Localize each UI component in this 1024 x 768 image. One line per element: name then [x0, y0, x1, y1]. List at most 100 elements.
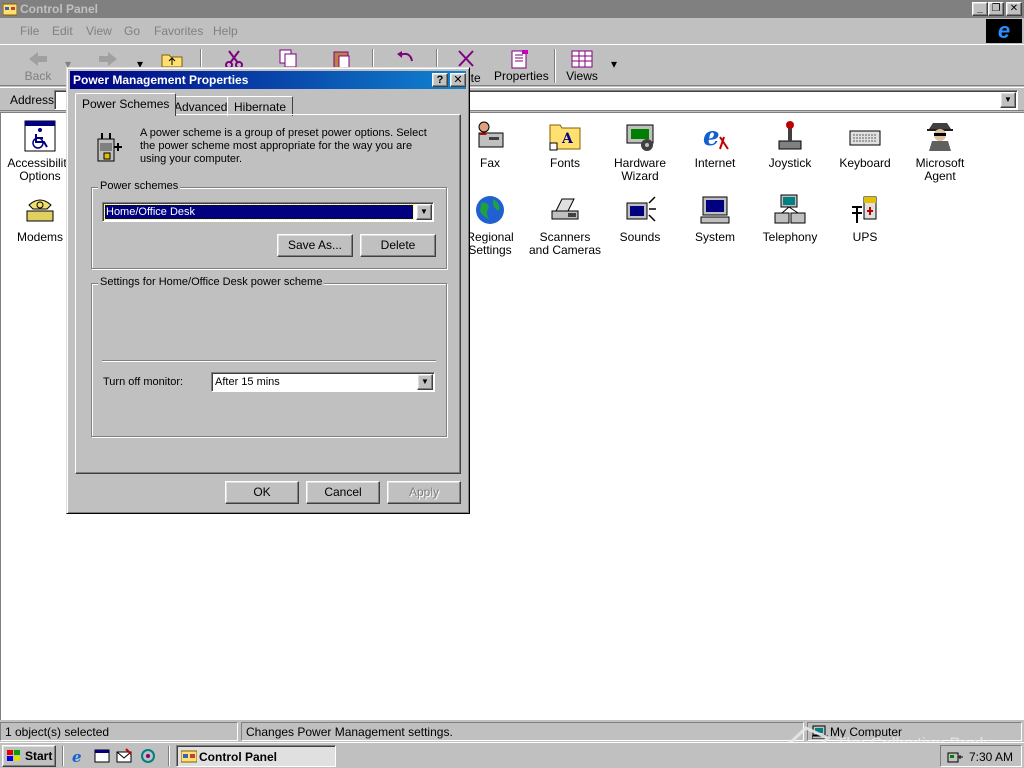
- control-panel-icon: [181, 750, 197, 763]
- views-icon: [571, 50, 593, 68]
- item-hardware-wizard[interactable]: Hardware Wizard: [603, 119, 677, 183]
- scheme-settings-label: Settings for Home/Office Desk power sche…: [98, 276, 325, 288]
- window-titlebar[interactable]: Control Panel _ ❐ ✕: [0, 0, 1024, 18]
- task-label: Control Panel: [199, 750, 278, 764]
- scissors-icon: [225, 50, 243, 69]
- keyboard-icon: [849, 130, 881, 146]
- joystick-icon: [778, 121, 802, 150]
- item-telephony[interactable]: Telephony: [753, 193, 827, 244]
- menu-edit[interactable]: Edit: [52, 24, 73, 38]
- system-icon: [700, 196, 730, 224]
- power-scheme-value: Home/Office Desk: [104, 204, 414, 220]
- tab-power-schemes[interactable]: Power Schemes: [75, 93, 177, 116]
- dialog-close-button[interactable]: ✕: [450, 73, 466, 87]
- tab-advanced[interactable]: Advanced: [167, 96, 235, 116]
- properties-button[interactable]: Properties: [494, 47, 549, 85]
- item-label: Modems: [16, 230, 63, 244]
- item-label: Scanners and Cameras: [528, 230, 602, 257]
- menu-view[interactable]: View: [86, 24, 112, 38]
- ups-icon: [852, 196, 877, 223]
- scheme-settings-group: Settings for Home/Office Desk power sche…: [91, 276, 447, 437]
- views-button[interactable]: Views: [562, 47, 602, 85]
- address-dropdown-button[interactable]: ▼: [1000, 92, 1016, 108]
- item-keyboard[interactable]: Keyboard: [828, 119, 902, 170]
- show-desktop-icon[interactable]: [94, 748, 110, 764]
- menu-favorites[interactable]: Favorites: [154, 24, 203, 38]
- fax-icon: [478, 121, 504, 148]
- back-button[interactable]: Back: [14, 47, 62, 85]
- delete-x-icon: [458, 50, 474, 67]
- accessibility-icon: [24, 120, 56, 152]
- taskbar: Start e Control Panel 7:30 AM: [0, 742, 1024, 768]
- taskbar-button-control-panel[interactable]: Control Panel: [176, 745, 336, 767]
- save-as-button[interactable]: Save As...: [277, 234, 353, 257]
- svg-text:A: A: [561, 131, 574, 147]
- monitor-timeout-value: After 15 mins: [215, 376, 280, 388]
- channels-icon[interactable]: [140, 748, 156, 764]
- address-label: Address: [10, 93, 55, 107]
- taskbar-separator: [168, 746, 170, 766]
- window-title: Control Panel: [20, 2, 99, 16]
- dialog-titlebar[interactable]: Power Management Properties ? ✕: [70, 71, 466, 89]
- power-schemes-group: Power schemes Home/Office Desk ▼ Save As…: [91, 180, 447, 269]
- item-ups[interactable]: UPS: [828, 193, 902, 244]
- paste-icon: [333, 51, 350, 69]
- forward-arrow-icon: [99, 52, 117, 66]
- fonts-icon: A: [549, 124, 581, 151]
- power-plug-icon[interactable]: [946, 749, 964, 765]
- menu-file[interactable]: File: [20, 24, 39, 38]
- item-label: Microsoft Agent: [915, 156, 965, 183]
- monitor-timeout-select[interactable]: After 15 mins ▼: [211, 372, 435, 392]
- toolbar-separator: [554, 49, 556, 83]
- ie-quicklaunch-icon[interactable]: e: [70, 748, 86, 764]
- item-joystick[interactable]: Joystick: [753, 119, 827, 170]
- item-label: UPS: [852, 230, 878, 244]
- start-button[interactable]: Start: [2, 745, 56, 767]
- views-label: Views: [566, 69, 598, 83]
- delete-scheme-button[interactable]: Delete: [360, 234, 436, 257]
- item-label: Regional Settings: [466, 230, 514, 257]
- close-button[interactable]: ✕: [1006, 2, 1022, 16]
- item-label: Fax: [479, 156, 500, 170]
- item-label: Joystick: [768, 156, 812, 170]
- cancel-button[interactable]: Cancel: [306, 481, 380, 504]
- outlook-express-icon[interactable]: [116, 748, 132, 764]
- item-internet[interactable]: e Internet: [678, 119, 752, 170]
- item-label: Sounds: [619, 230, 661, 244]
- monitor-label: Turn off monitor:: [103, 376, 184, 388]
- clock[interactable]: 7:30 AM: [969, 750, 1013, 764]
- back-label: Back: [24, 69, 52, 83]
- item-label: Keyboard: [839, 156, 891, 170]
- undo-icon: [397, 51, 413, 62]
- system-tray: 7:30 AM: [940, 745, 1022, 767]
- menu-go[interactable]: Go: [124, 24, 140, 38]
- sounds-icon: [626, 196, 656, 222]
- item-sounds[interactable]: Sounds: [603, 193, 677, 244]
- status-description: Changes Power Management settings.: [241, 722, 804, 741]
- item-label: System: [694, 230, 735, 244]
- globe-icon: [476, 196, 504, 224]
- power-scheme-select[interactable]: Home/Office Desk ▼: [102, 202, 434, 222]
- restore-button[interactable]: ❐: [988, 2, 1004, 16]
- properties-icon: [511, 50, 528, 69]
- chevron-down-icon[interactable]: ▼: [417, 374, 433, 390]
- svg-text:e: e: [703, 122, 720, 152]
- menu-help[interactable]: Help: [213, 24, 238, 38]
- svg-text:e: e: [72, 748, 82, 764]
- ok-button[interactable]: OK: [225, 481, 299, 504]
- minimize-button[interactable]: _: [972, 2, 988, 16]
- item-scanners-and-cameras[interactable]: Scanners and Cameras: [528, 193, 602, 257]
- item-system[interactable]: System: [678, 193, 752, 244]
- scheme-description: A power scheme is a group of preset powe…: [140, 127, 427, 165]
- status-selected: 1 object(s) selected: [0, 722, 238, 741]
- help-button[interactable]: ?: [432, 73, 448, 87]
- tab-hibernate[interactable]: Hibernate: [227, 96, 294, 116]
- divider: [102, 360, 436, 362]
- power-schemes-label: Power schemes: [98, 180, 181, 192]
- item-microsoft-agent[interactable]: Microsoft Agent: [903, 119, 977, 183]
- ie-logo-icon: e: [986, 19, 1022, 43]
- tab-panel: A power scheme is a group of preset powe…: [75, 114, 461, 474]
- apply-button[interactable]: Apply: [387, 481, 461, 504]
- chevron-down-icon[interactable]: ▼: [416, 204, 432, 220]
- item-fonts[interactable]: A Fonts: [528, 119, 602, 170]
